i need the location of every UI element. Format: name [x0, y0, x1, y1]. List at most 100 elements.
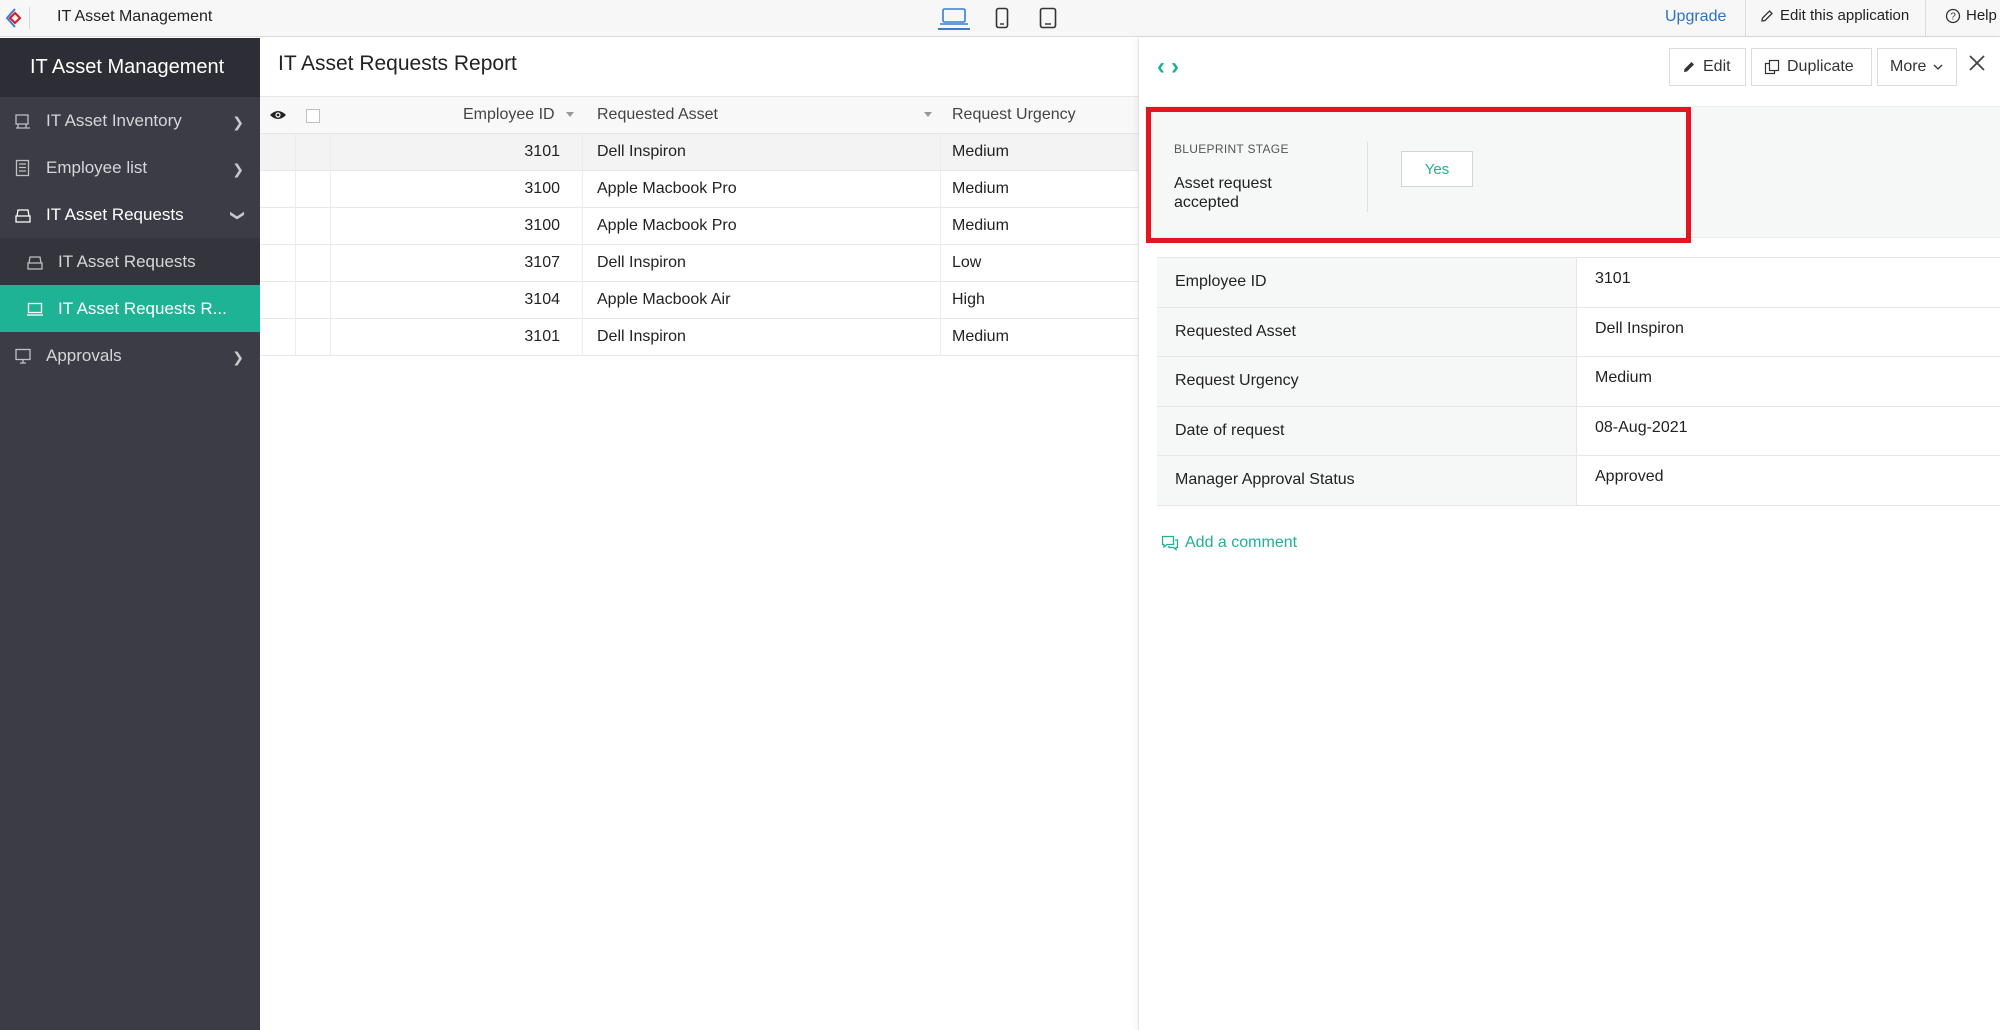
- sidebar-subitem-it-asset-requests[interactable]: IT Asset Requests: [0, 238, 260, 285]
- edit-button-label: Edit: [1703, 58, 1731, 75]
- field-value: Medium: [1595, 369, 1652, 386]
- cell-request-urgency: Medium: [952, 143, 1009, 160]
- sidebar-item-label: IT Asset Inventory: [46, 110, 182, 130]
- field-row: Date of request 08-Aug-2021: [1157, 406, 2000, 456]
- svg-text:?: ?: [1950, 11, 1956, 22]
- pencil-icon: [1684, 62, 1694, 72]
- field-value: Dell Inspiron: [1595, 319, 1684, 337]
- field-label: Request Urgency: [1157, 357, 1577, 406]
- column-header-requested-asset[interactable]: Requested Asset: [597, 106, 718, 124]
- table-row[interactable]: 3104 Apple Macbook Air High: [260, 282, 1138, 319]
- sidebar-item-label: IT Asset Requests: [46, 204, 184, 224]
- sort-icon[interactable]: [924, 112, 932, 117]
- more-button[interactable]: More: [1877, 48, 1957, 86]
- highlight-box: [1146, 107, 1691, 243]
- sidebar-subitem-it-asset-requests-report[interactable]: IT Asset Requests R...: [0, 285, 260, 332]
- sort-icon[interactable]: [566, 112, 574, 117]
- cell-employee-id: 3100: [524, 180, 560, 197]
- select-all-checkbox[interactable]: [306, 109, 320, 123]
- column-header-employee-id[interactable]: Employee ID: [463, 106, 555, 124]
- field-label: Requested Asset: [1157, 307, 1577, 356]
- cell-request-urgency: Medium: [952, 328, 1009, 345]
- list-icon: [15, 159, 30, 177]
- table-row[interactable]: 3100 Apple Macbook Pro Medium: [260, 171, 1138, 208]
- cell-employee-id: 3100: [524, 217, 560, 234]
- cell-requested-asset: Dell Inspiron: [597, 254, 686, 271]
- edit-button[interactable]: Edit: [1669, 48, 1746, 86]
- add-comment-label: Add a comment: [1185, 534, 1298, 551]
- help-button[interactable]: ? Help: [1945, 7, 1997, 24]
- sidebar-item-label: Approvals: [46, 345, 122, 365]
- chevron-right-icon: ❯: [232, 114, 244, 130]
- table-row[interactable]: 3107 Dell Inspiron Low: [260, 245, 1138, 282]
- sidebar-title: IT Asset Management: [0, 38, 260, 97]
- table-row[interactable]: 3101 Dell Inspiron Medium: [260, 134, 1138, 171]
- field-label: Manager Approval Status: [1157, 456, 1577, 505]
- field-row: Manager Approval Status Approved: [1157, 456, 2000, 506]
- record-fields-table: Employee ID 3101 Requested Asset Dell In…: [1157, 257, 2000, 506]
- record-detail-panel: ‹› Edit Duplicate More BLUEPRINT STAGE A…: [1138, 38, 2000, 1030]
- table-row[interactable]: 3100 Apple Macbook Pro Medium: [260, 208, 1138, 245]
- tablet-view-icon[interactable]: [1037, 6, 1059, 30]
- desktop-view-icon[interactable]: [938, 6, 970, 30]
- field-label: Employee ID: [1157, 258, 1577, 307]
- cell-request-urgency: High: [952, 291, 985, 308]
- cell-request-urgency: Low: [952, 254, 982, 271]
- inventory-icon: [15, 114, 30, 129]
- field-value: Approved: [1595, 468, 1664, 485]
- add-comment-link[interactable]: Add a comment: [1161, 534, 1297, 552]
- field-row: Requested Asset Dell Inspiron: [1157, 307, 2000, 357]
- report-panel: IT Asset Requests Report Employee ID Req…: [260, 38, 1138, 1030]
- field-row: Request Urgency Medium: [1157, 357, 2000, 407]
- comment-icon: [1161, 535, 1179, 551]
- column-header-request-urgency[interactable]: Request Urgency: [952, 106, 1076, 124]
- cell-employee-id: 3107: [524, 254, 560, 271]
- table-header: Employee ID Requested Asset Request Urge…: [260, 96, 1138, 134]
- sidebar-item-label: Employee list: [46, 157, 148, 177]
- sidebar: IT Asset Management IT Asset Inventory ❯…: [0, 38, 260, 1030]
- help-icon: ?: [1945, 8, 1961, 23]
- help-label: Help: [1966, 7, 1997, 24]
- edit-application-button[interactable]: Edit this application: [1760, 7, 1909, 24]
- field-value: 08-Aug-2021: [1595, 418, 1688, 436]
- previous-record-icon[interactable]: ‹: [1157, 53, 1171, 80]
- sidebar-item-employee-list[interactable]: Employee list ❯: [0, 144, 260, 191]
- app-name: IT Asset Management: [57, 8, 213, 25]
- cell-employee-id: 3101: [524, 328, 560, 345]
- close-icon[interactable]: [1966, 52, 1988, 74]
- chevron-right-icon: ❯: [232, 349, 244, 365]
- mobile-view-icon[interactable]: [992, 6, 1012, 30]
- cell-requested-asset: Apple Macbook Pro: [597, 217, 737, 234]
- next-record-icon[interactable]: ›: [1171, 53, 1185, 80]
- sidebar-item-label: IT Asset Requests R...: [58, 298, 227, 318]
- cell-requested-asset: Apple Macbook Air: [597, 291, 731, 308]
- cell-requested-asset: Dell Inspiron: [597, 143, 686, 160]
- more-button-label: More: [1890, 58, 1927, 75]
- sidebar-item-it-asset-requests[interactable]: IT Asset Requests ❯: [0, 191, 260, 238]
- duplicate-button[interactable]: Duplicate: [1751, 48, 1872, 86]
- record-navigation: ‹›: [1157, 53, 1185, 81]
- requests-icon: [27, 256, 43, 270]
- upgrade-link[interactable]: Upgrade: [1665, 8, 1726, 26]
- sidebar-item-approvals[interactable]: Approvals ❯: [0, 332, 260, 379]
- sidebar-item-it-asset-inventory[interactable]: IT Asset Inventory ❯: [0, 97, 260, 144]
- sidebar-item-label: IT Asset Requests: [58, 251, 196, 271]
- eye-icon[interactable]: [269, 108, 287, 122]
- cell-employee-id: 3101: [524, 143, 560, 160]
- table-row[interactable]: 3101 Dell Inspiron Medium: [260, 319, 1138, 356]
- field-label: Date of request: [1157, 406, 1577, 455]
- cell-requested-asset: Dell Inspiron: [597, 328, 686, 345]
- field-row: Employee ID 3101: [1157, 258, 2000, 308]
- chevron-down-icon: ❯: [230, 209, 247, 222]
- requests-icon: [15, 209, 31, 223]
- page-title: IT Asset Requests Report: [278, 52, 517, 75]
- field-value: 3101: [1595, 270, 1631, 287]
- cell-request-urgency: Medium: [952, 180, 1009, 197]
- chevron-right-icon: ❯: [232, 161, 244, 177]
- report-icon: [27, 302, 43, 316]
- top-bar: IT Asset Management Upgrade Edit this ap…: [0, 0, 2000, 37]
- app-logo-icon[interactable]: [4, 7, 30, 29]
- pencil-icon: [1761, 9, 1773, 22]
- cell-request-urgency: Medium: [952, 217, 1009, 234]
- edit-application-label: Edit this application: [1780, 7, 1910, 24]
